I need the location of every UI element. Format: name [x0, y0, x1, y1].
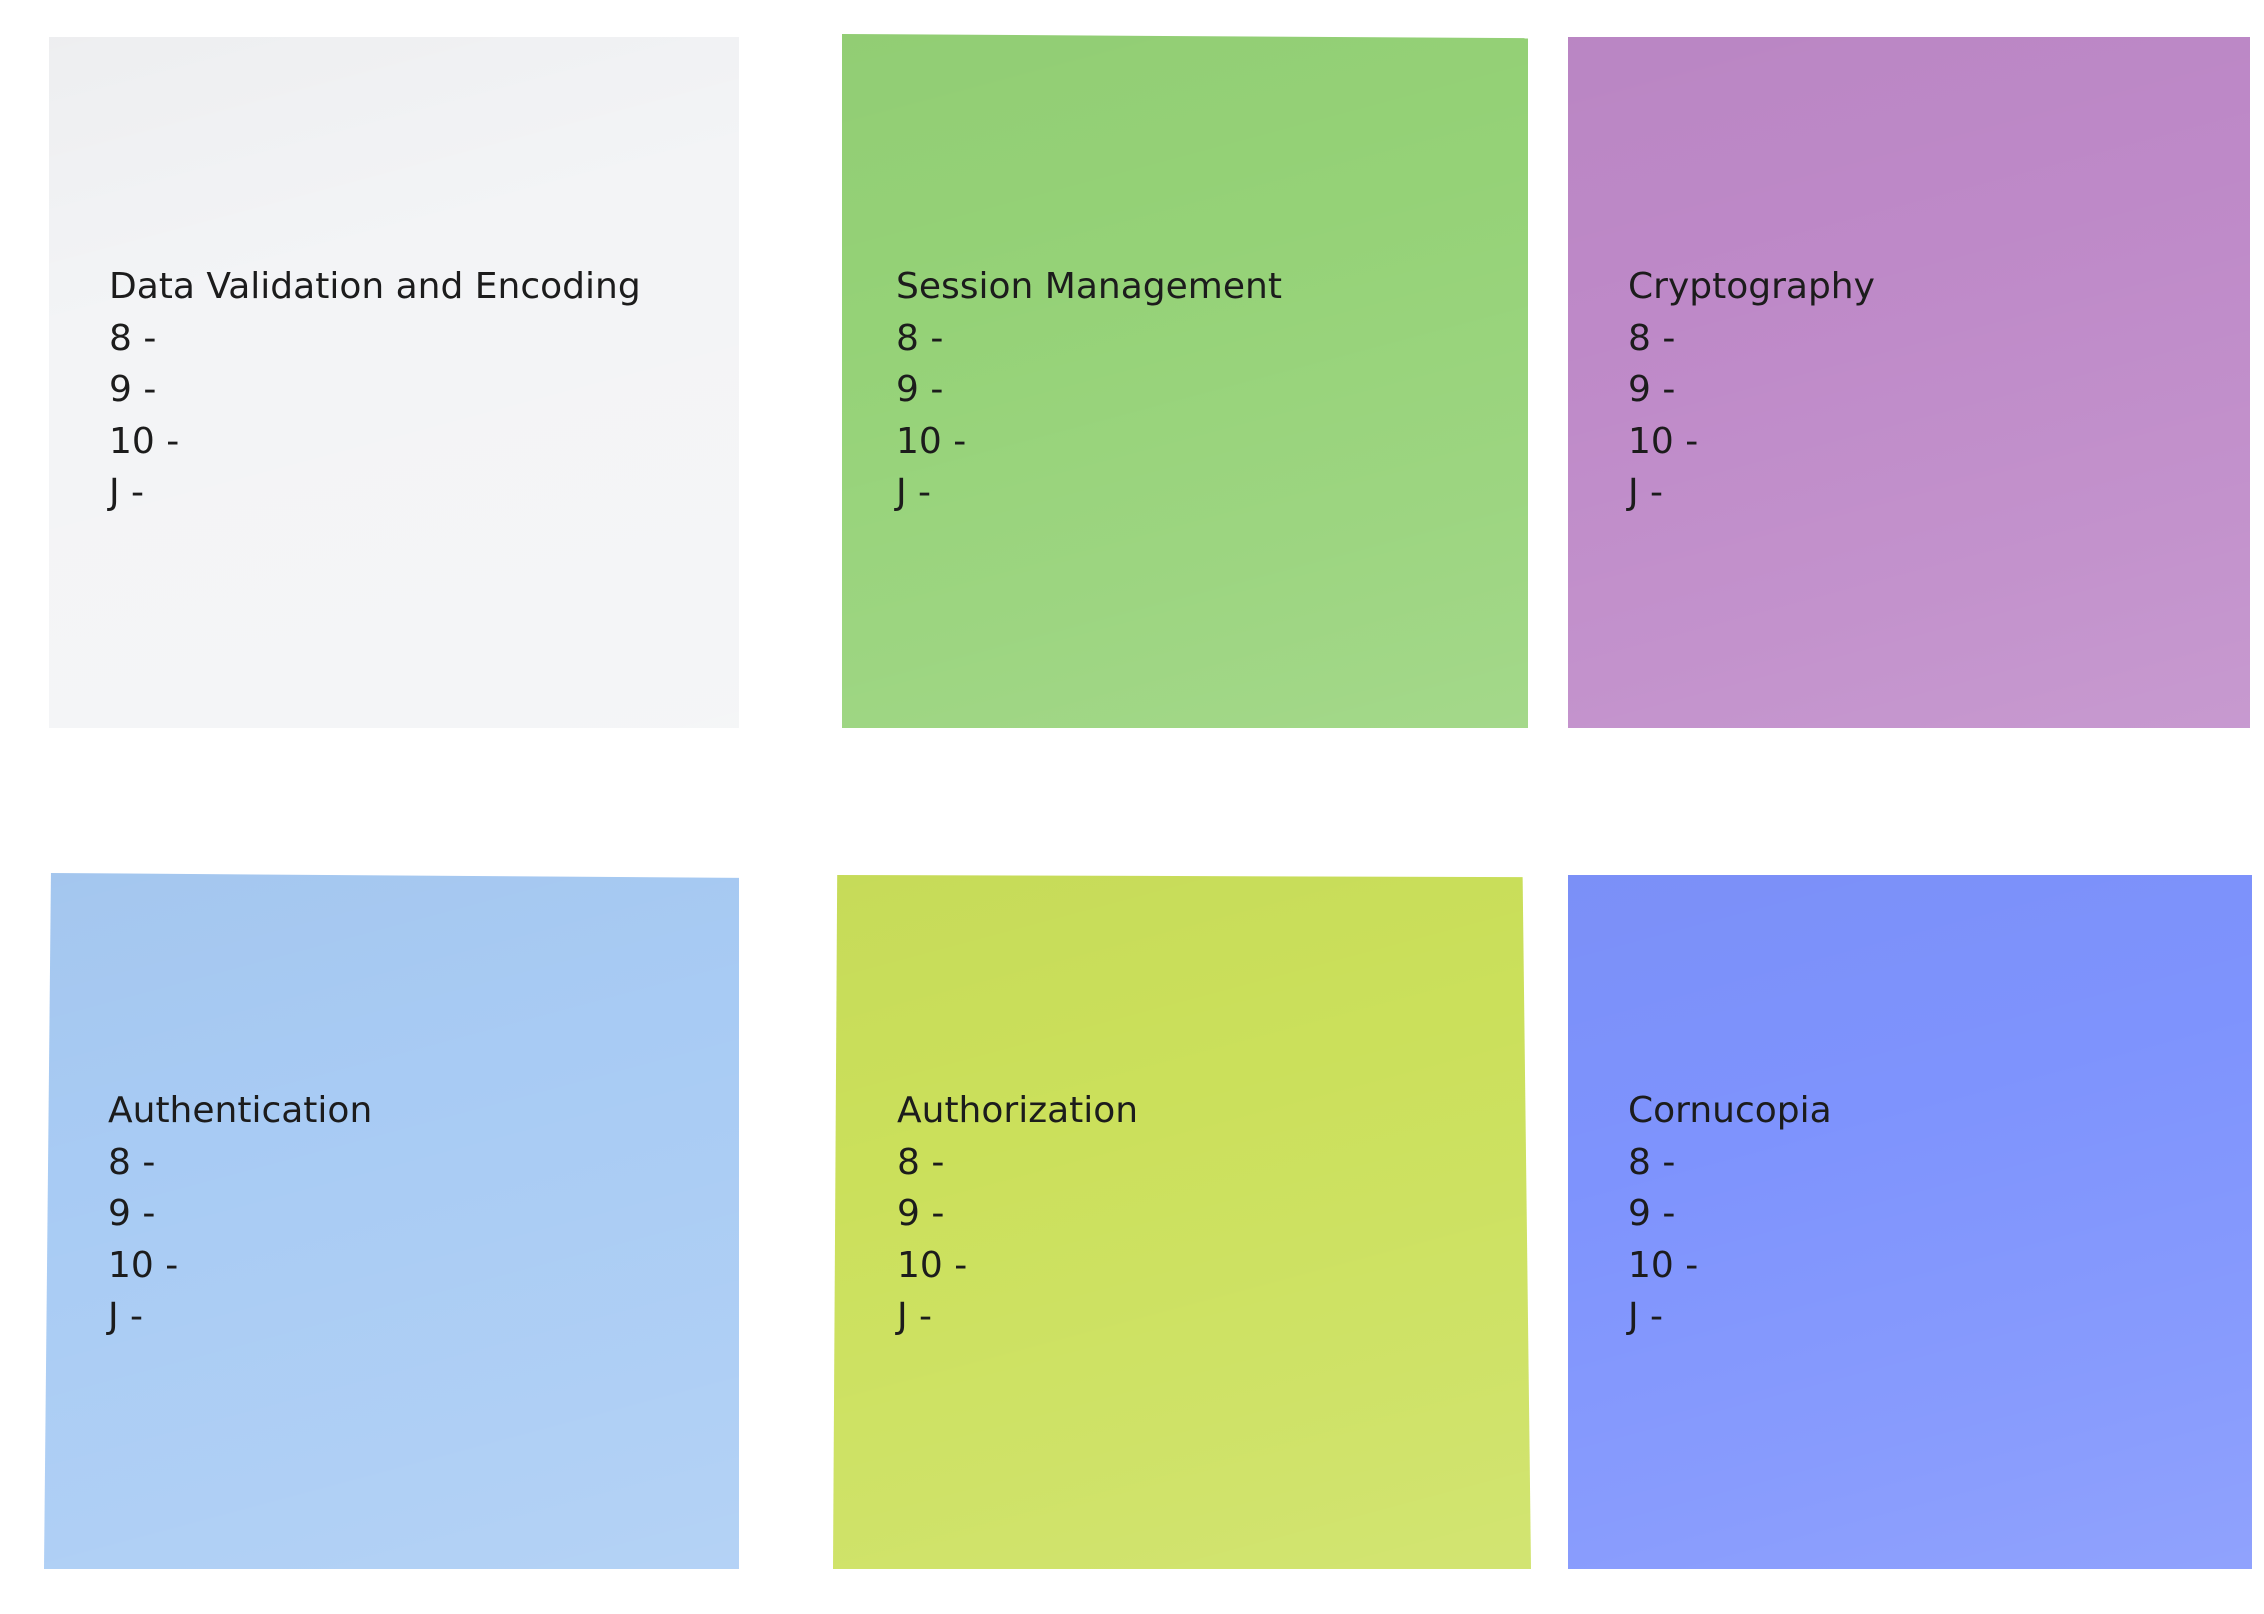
- note-line: J -: [897, 1296, 933, 1337]
- note-line: J -: [108, 1296, 144, 1337]
- sticky-note-text: Authorization 8 - 9 - 10 - J -: [897, 1085, 1138, 1343]
- note-line: 10 -: [896, 420, 967, 462]
- note-line: 9 -: [108, 1193, 156, 1234]
- sticky-note-cryptography[interactable]: Cryptography 8 - 9 - 10 - J -: [1568, 37, 2250, 728]
- sticky-note-authentication[interactable]: Authentication 8 - 9 - 10 - J -: [44, 873, 739, 1569]
- note-title: Cryptography: [1628, 266, 1875, 307]
- note-line: 8 -: [896, 317, 944, 359]
- sticky-note-text: Session Management 8 - 9 - 10 - J -: [896, 261, 1282, 519]
- note-title: Data Validation and Encoding: [109, 266, 641, 307]
- note-line: J -: [1628, 1296, 1664, 1337]
- note-line: 8 -: [1628, 317, 1676, 359]
- note-line: J -: [109, 472, 145, 513]
- note-line: 10 -: [109, 420, 180, 462]
- note-title: Authentication: [108, 1090, 373, 1131]
- sticky-note-text: Cryptography 8 - 9 - 10 - J -: [1628, 261, 1875, 519]
- sticky-note-authorization[interactable]: Authorization 8 - 9 - 10 - J -: [833, 875, 1531, 1569]
- note-line: 9 -: [1628, 369, 1676, 410]
- note-title: Cornucopia: [1628, 1090, 1832, 1131]
- sticky-note-text: Authentication 8 - 9 - 10 - J -: [108, 1085, 372, 1343]
- sticky-note-text: Cornucopia 8 - 9 - 10 - J -: [1628, 1085, 1832, 1343]
- note-line: J -: [1628, 472, 1664, 513]
- note-line: 8 -: [108, 1141, 156, 1183]
- note-line: 9 -: [109, 369, 157, 410]
- note-line: 9 -: [896, 369, 944, 410]
- note-line: 9 -: [897, 1193, 945, 1234]
- note-line: 10 -: [108, 1244, 179, 1286]
- note-line: 10 -: [1628, 1244, 1699, 1286]
- note-line: 9 -: [1628, 1193, 1676, 1234]
- sticky-note-text: Data Validation and Encoding 8 - 9 - 10 …: [109, 261, 641, 519]
- sticky-note-session-management[interactable]: Session Management 8 - 9 - 10 - J -: [842, 34, 1528, 728]
- note-title: Authorization: [897, 1090, 1139, 1131]
- note-line: J -: [896, 472, 932, 513]
- sticky-note-cornucopia[interactable]: Cornucopia 8 - 9 - 10 - J -: [1568, 875, 2252, 1569]
- note-title: Session Management: [896, 266, 1282, 307]
- note-line: 10 -: [897, 1244, 968, 1286]
- note-line: 8 -: [109, 317, 157, 359]
- note-line: 10 -: [1628, 420, 1699, 462]
- note-line: 8 -: [1628, 1141, 1676, 1183]
- note-line: 8 -: [897, 1141, 945, 1183]
- sticky-note-data-validation[interactable]: Data Validation and Encoding 8 - 9 - 10 …: [49, 37, 739, 728]
